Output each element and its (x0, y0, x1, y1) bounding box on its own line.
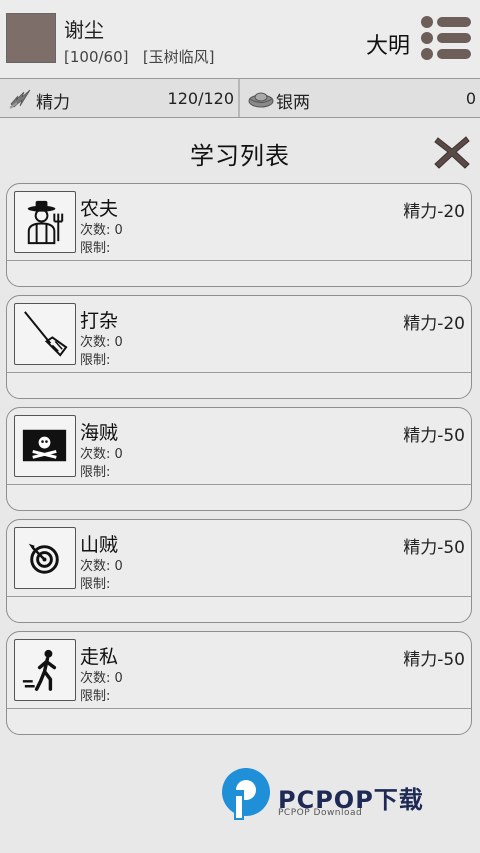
menu-button[interactable] (418, 14, 474, 62)
job-limit: 限制: (80, 689, 111, 704)
energy-value: 120/120 (167, 89, 234, 108)
energy-label: 精力 (36, 93, 70, 113)
card-divider (7, 708, 471, 709)
card-divider (7, 372, 471, 373)
job-limit: 限制: (80, 465, 111, 480)
job-name: 走私 (80, 646, 119, 668)
job-cost: 精力-50 (403, 538, 465, 558)
silver-value: 0 (465, 89, 476, 108)
watermark-subtitle: PCPOP Download (278, 808, 363, 818)
job-card-handyman[interactable]: 打杂 精力-20 次数: 0 限制: (6, 295, 472, 399)
card-divider (7, 596, 471, 597)
farmer-icon (27, 200, 64, 245)
job-cost: 精力-50 (403, 650, 465, 670)
job-name: 打杂 (80, 310, 119, 332)
job-card-smuggler[interactable]: 走私 精力-50 次数: 0 限制: (6, 631, 472, 735)
job-cost: 精力-50 (403, 426, 465, 446)
stats-bar: 精力 120/120 银两 0 (0, 79, 480, 118)
player-name: 谢尘 (64, 18, 104, 42)
player-header: 谢尘 [100/60] [玉树临风] 大明 (0, 0, 480, 79)
job-card-bandit[interactable]: 山贼 精力-50 次数: 0 限制: (6, 519, 472, 623)
player-info: [100/60] [玉树临风] (64, 46, 215, 67)
walking-man-icon (22, 649, 57, 691)
job-count: 次数: 0 (80, 447, 123, 462)
broom-icon (24, 311, 68, 357)
job-icon-box (14, 527, 76, 589)
watermark: PCPOP下载 PCPOP Download (218, 766, 468, 824)
job-count: 次数: 0 (80, 335, 123, 350)
job-limit: 限制: (80, 577, 111, 592)
job-name: 山贼 (80, 534, 119, 556)
job-card-pirate[interactable]: 海贼 精力-50 次数: 0 限制: (6, 407, 472, 511)
job-cost: 精力-20 (403, 314, 465, 334)
job-count: 次数: 0 (80, 223, 123, 238)
energy-icon (9, 89, 31, 109)
job-card-farmer[interactable]: 农夫 精力-20 次数: 0 限制: (6, 183, 472, 287)
energy-stat: 精力 120/120 (0, 79, 240, 117)
pcpop-logo-icon (222, 768, 270, 820)
job-limit: 限制: (80, 353, 111, 368)
job-name: 农夫 (80, 198, 119, 220)
job-count: 次数: 0 (80, 559, 123, 574)
job-icon-box (14, 191, 76, 253)
close-button[interactable] (432, 133, 472, 171)
job-name: 海贼 (80, 422, 119, 444)
card-divider (7, 260, 471, 261)
silver-stat: 银两 0 (240, 79, 480, 117)
job-count: 次数: 0 (80, 671, 123, 686)
job-limit: 限制: (80, 241, 111, 256)
target-icon (28, 543, 59, 574)
card-divider (7, 484, 471, 485)
job-icon-box (14, 303, 76, 365)
job-icon-box (14, 415, 76, 477)
pirate-flag-icon (22, 429, 67, 462)
dynasty-label: 大明 (366, 34, 411, 59)
avatar[interactable] (6, 13, 56, 63)
silver-label: 银两 (276, 93, 310, 113)
close-icon (434, 136, 470, 169)
silver-ingot-icon (248, 92, 274, 108)
menu-list-icon (421, 16, 471, 60)
player-level: [100/60] (64, 48, 129, 66)
job-icon-box (14, 639, 76, 701)
panel-title: 学习列表 (190, 142, 290, 170)
player-title: [玉树临风] (142, 48, 215, 66)
job-cost: 精力-20 (403, 202, 465, 222)
